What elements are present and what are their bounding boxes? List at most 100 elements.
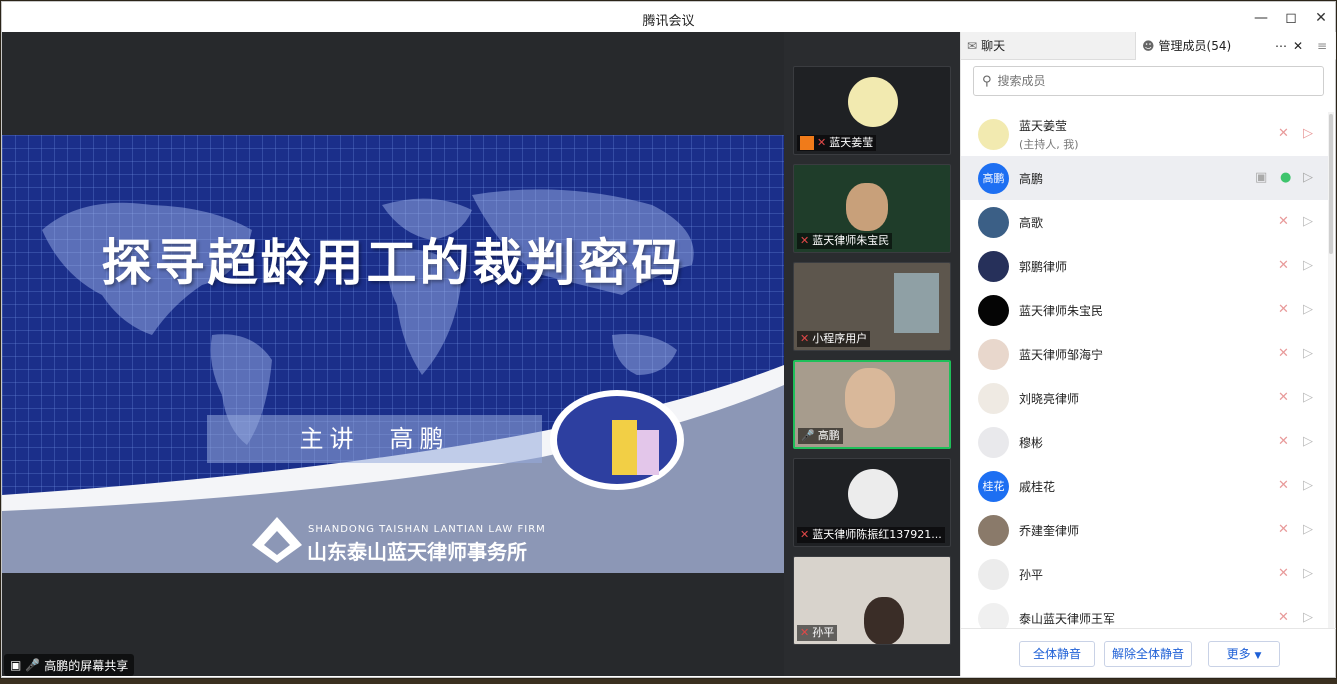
member-name: 高鹏 <box>1019 171 1044 186</box>
camera-icon[interactable]: ▷ <box>1303 434 1319 450</box>
mute-all-button[interactable]: 全体静音 <box>1019 641 1095 667</box>
mic-on-icon: 🎤 <box>25 658 41 672</box>
mic-muted-icon[interactable]: ✕ <box>1278 302 1294 318</box>
desktop-background-strip <box>0 679 1337 684</box>
list-item[interactable]: 高鹏 高鹏 ▣ ● ▷ <box>961 156 1328 200</box>
member-name: 蓝天姜莹 <box>1019 118 1068 133</box>
camera-icon[interactable]: ▷ <box>1303 522 1319 538</box>
members-panel: ✉ 聊天 ☻ 管理成员(54) ⋯ ✕ ≡ ⚲ 蓝天姜莹 (主持人, 我) ✕ ▷… <box>960 32 1336 676</box>
close-panel-icon[interactable]: ✕ <box>1293 32 1303 60</box>
avatar <box>978 250 1009 282</box>
avatar <box>978 382 1009 414</box>
avatar <box>978 118 1009 150</box>
mic-muted-icon[interactable]: ✕ <box>1278 522 1294 538</box>
minimize-icon[interactable]: — <box>1248 6 1274 30</box>
unmute-all-button[interactable]: 解除全体静音 <box>1104 641 1192 667</box>
firm-name-english: SHANDONG TAISHAN LANTIAN LAW FIRM <box>308 524 546 535</box>
list-item[interactable]: 刘晓亮律师 ✕ ▷ <box>961 376 1328 420</box>
avatar <box>978 294 1009 326</box>
mic-muted-icon: ✕ <box>800 332 810 345</box>
mic-muted-icon[interactable]: ✕ <box>1278 478 1294 494</box>
member-name: 刘晓亮律师 <box>1019 391 1080 406</box>
avatar <box>978 558 1009 590</box>
video-tile[interactable]: ✕ 蓝天律师陈振红137921... <box>793 458 951 547</box>
member-name: 戚桂花 <box>1019 479 1056 494</box>
member-list-scrollbar[interactable] <box>1328 112 1334 628</box>
mic-muted-icon[interactable]: ✕ <box>1278 610 1294 626</box>
maximize-icon[interactable]: ◻ <box>1278 6 1304 30</box>
shared-screen-area: 探寻超龄用工的裁判密码 主讲 高鹏 SHANDONG TAISHAN LANTI… <box>2 32 784 676</box>
world-map-graphic <box>2 189 784 573</box>
mic-muted-icon[interactable]: ✕ <box>1278 214 1294 230</box>
search-field[interactable]: ⚲ <box>973 66 1324 96</box>
mic-muted-icon[interactable]: ✕ <box>1278 126 1294 142</box>
member-name: 蓝天律师邹海宁 <box>1019 347 1104 362</box>
camera-off-icon[interactable]: ▷ <box>1303 126 1319 142</box>
camera-icon[interactable]: ▷ <box>1303 478 1319 494</box>
more-options-icon[interactable]: ⋯ <box>1275 32 1287 60</box>
video-tile[interactable]: ✕ 孙平 <box>793 556 951 645</box>
screen-share-icon: ▣ <box>1255 170 1268 185</box>
mic-muted-icon: ✕ <box>800 234 810 247</box>
presentation-slide: 探寻超龄用工的裁判密码 主讲 高鹏 SHANDONG TAISHAN LANTI… <box>2 135 784 573</box>
camera-icon[interactable]: ▷ <box>1303 258 1319 274</box>
search-input[interactable] <box>997 74 1298 88</box>
mic-muted-icon[interactable]: ✕ <box>1278 434 1294 450</box>
tab-chat[interactable]: ✉ 聊天 <box>967 32 1005 60</box>
list-item[interactable]: 蓝天律师邹海宁 ✕ ▷ <box>961 332 1328 376</box>
list-item[interactable]: 穆彬 ✕ ▷ <box>961 420 1328 464</box>
avatar <box>848 469 898 519</box>
participant-video <box>845 368 895 428</box>
panel-footer: 全体静音 解除全体静音 更多 ▼ <box>961 628 1336 676</box>
mic-muted-icon[interactable]: ✕ <box>1278 390 1294 406</box>
avatar: 桂花 <box>978 470 1009 502</box>
video-tile-active-speaker[interactable]: 🎤 高鹏 <box>793 360 951 449</box>
host-icon <box>800 136 814 150</box>
mic-muted-icon[interactable]: ✕ <box>1278 566 1294 582</box>
camera-icon[interactable]: ▷ <box>1303 214 1319 230</box>
member-name: 乔建奎律师 <box>1019 523 1080 538</box>
list-item[interactable]: 蓝天律师朱宝民 ✕ ▷ <box>961 288 1328 332</box>
member-name: 穆彬 <box>1019 435 1044 450</box>
scrollbar-thumb[interactable] <box>1329 114 1333 254</box>
mic-on-icon[interactable]: ● <box>1280 170 1296 186</box>
list-item[interactable]: 蓝天姜莹 (主持人, 我) ✕ ▷ <box>961 112 1328 156</box>
camera-icon[interactable]: ▷ <box>1303 610 1319 626</box>
avatar <box>978 602 1009 628</box>
camera-icon[interactable]: ▷ <box>1303 170 1319 186</box>
close-icon[interactable]: ✕ <box>1308 6 1334 30</box>
list-item[interactable]: 高歌 ✕ ▷ <box>961 200 1328 244</box>
mic-on-icon: 🎤 <box>801 429 815 442</box>
mic-muted-icon[interactable]: ✕ <box>1278 258 1294 274</box>
mic-muted-icon[interactable]: ✕ <box>1278 346 1294 362</box>
avatar: 高鹏 <box>978 162 1009 194</box>
list-item[interactable]: 乔建奎律师 ✕ ▷ <box>961 508 1328 552</box>
camera-icon[interactable]: ▷ <box>1303 566 1319 582</box>
tab-manage-members[interactable]: ☻ 管理成员(54) <box>1135 32 1335 60</box>
camera-icon[interactable]: ▷ <box>1303 302 1319 318</box>
video-tile-label: ✕ 小程序用户 <box>797 331 871 347</box>
menu-icon[interactable]: ≡ <box>1317 32 1327 60</box>
participant-video <box>864 597 904 644</box>
list-item[interactable]: 泰山蓝天律师王军 ✕ ▷ <box>961 596 1328 628</box>
member-role: (主持人, 我) <box>1019 137 1079 151</box>
avatar <box>848 77 898 127</box>
camera-icon[interactable]: ▷ <box>1303 390 1319 406</box>
share-status-label: 高鹏的屏幕共享 <box>44 658 129 673</box>
video-tile[interactable]: ✕ 蓝天姜莹 <box>793 66 951 155</box>
video-tile[interactable]: ✕ 蓝天律师朱宝民 <box>793 164 951 253</box>
member-name: 高歌 <box>1019 215 1044 230</box>
camera-icon[interactable]: ▷ <box>1303 346 1319 362</box>
panel-tabs: ✉ 聊天 ☻ 管理成员(54) ⋯ ✕ ≡ <box>961 32 1336 60</box>
member-name: 泰山蓝天律师王军 <box>1019 611 1116 626</box>
list-item[interactable]: 郭鹏律师 ✕ ▷ <box>961 244 1328 288</box>
avatar <box>978 338 1009 370</box>
more-button[interactable]: 更多 ▼ <box>1208 641 1280 667</box>
list-item[interactable]: 桂花 戚桂花 ✕ ▷ <box>961 464 1328 508</box>
mic-muted-icon: ✕ <box>800 528 810 541</box>
avatar <box>978 426 1009 458</box>
list-item[interactable]: 孙平 ✕ ▷ <box>961 552 1328 596</box>
video-tile-label: ✕ 蓝天律师朱宝民 <box>797 233 893 249</box>
video-tile-label: ✕ 孙平 <box>797 625 838 641</box>
video-tile[interactable]: ✕ 小程序用户 <box>793 262 951 351</box>
